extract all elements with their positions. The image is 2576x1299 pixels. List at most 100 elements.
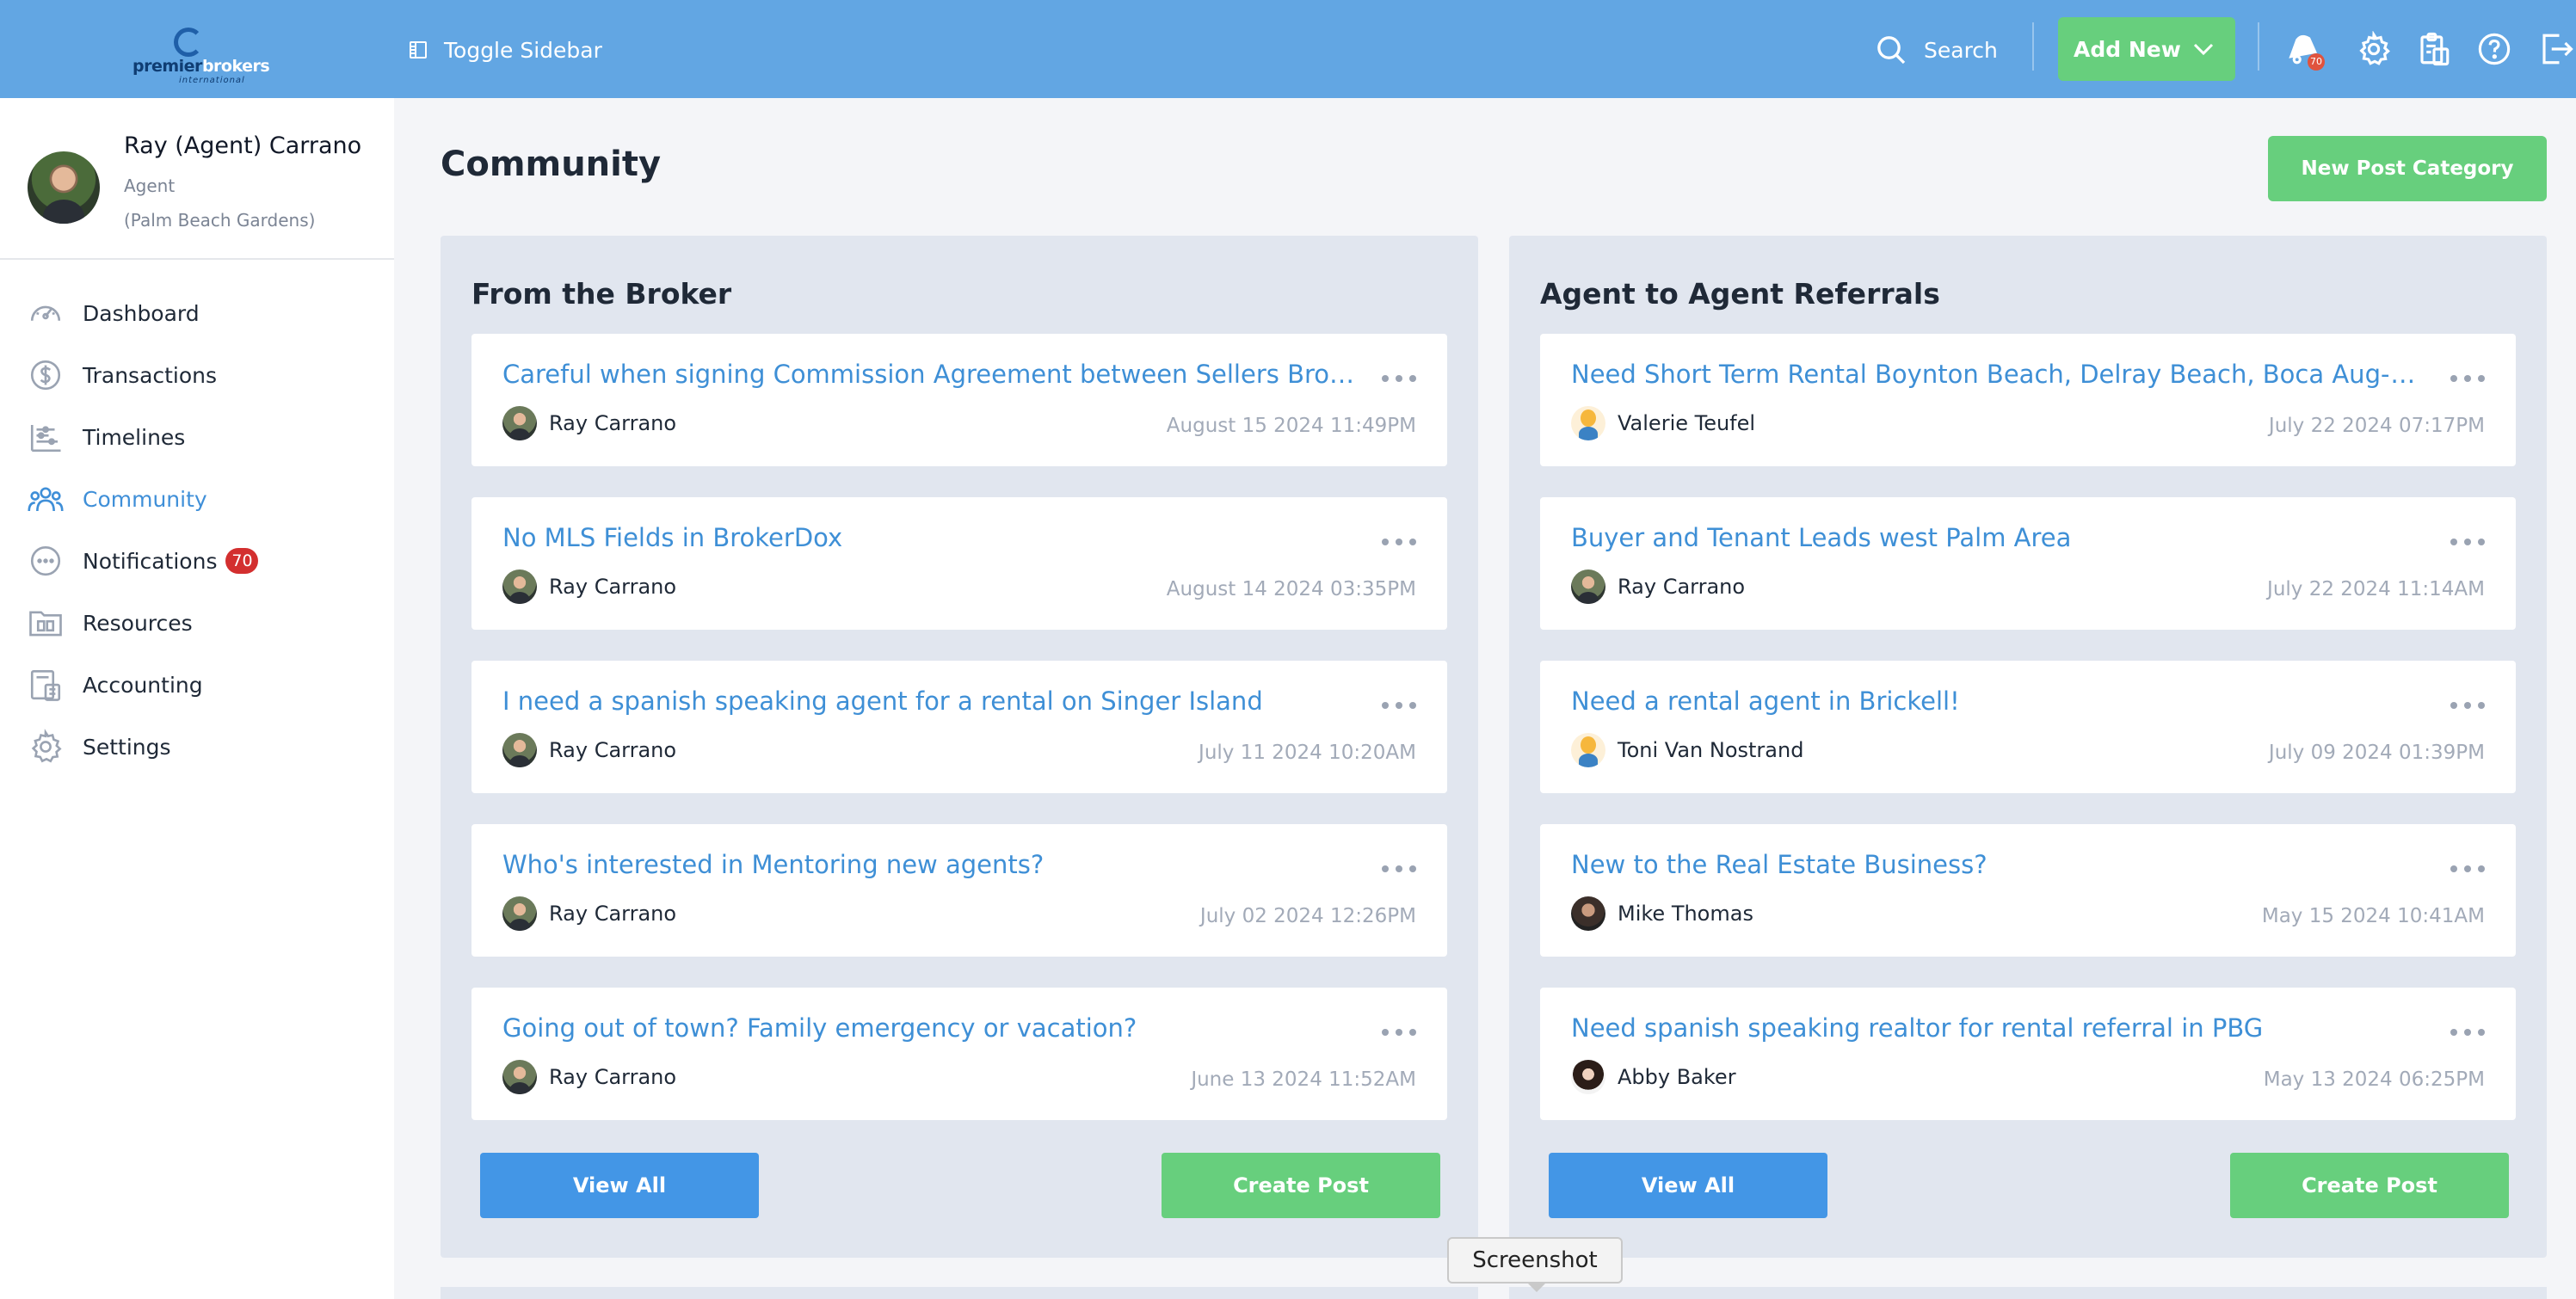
settings-button[interactable] (2356, 30, 2392, 67)
post-date: June 13 2024 11:52AM (1191, 1068, 1416, 1091)
sidebar-item-label: Accounting (83, 672, 203, 698)
new-post-category-button[interactable]: New Post Category (2268, 136, 2547, 201)
logout-button[interactable] (2538, 31, 2574, 67)
post-date: August 14 2024 03:35PM (1166, 578, 1416, 600)
more-options-icon[interactable] (2450, 865, 2485, 874)
more-options-icon[interactable] (2450, 702, 2485, 711)
post-date: July 09 2024 01:39PM (2268, 742, 2485, 764)
create-post-button[interactable]: Create Post (2230, 1153, 2509, 1218)
post-author: Mike Thomas (1571, 896, 1753, 931)
sidebar-item-label: Transactions (83, 362, 218, 388)
notification-count-badge: 70 (2308, 53, 2325, 71)
post-title-link[interactable]: I need a spanish speaking agent for a re… (502, 686, 1363, 716)
avatar (502, 569, 537, 604)
panel-title: From the Broker (471, 277, 732, 311)
sidebar-item-transactions[interactable]: Transactions (0, 344, 394, 406)
chat-icon (30, 545, 61, 576)
post-title-link[interactable]: Need Short Term Rental Boynton Beach, De… (1571, 360, 2431, 389)
post-title-link[interactable]: No MLS Fields in BrokerDox (502, 523, 1363, 552)
post-author: Ray Carrano (502, 569, 676, 604)
post-author: Valerie Teufel (1571, 406, 1755, 440)
sidebar-item-resources[interactable]: Resources (0, 592, 394, 654)
more-options-icon[interactable] (1382, 539, 1416, 547)
list-item[interactable]: New to the Real Estate Business? Mike Th… (1540, 824, 2516, 957)
post-author: Ray Carrano (1571, 569, 1745, 604)
sidebar-item-accounting[interactable]: Accounting (0, 654, 394, 716)
post-author: Ray Carrano (502, 896, 676, 931)
list-item[interactable]: Need a rental agent in Brickell! Toni Va… (1540, 661, 2516, 793)
post-title-link[interactable]: Need spanish speaking realtor for rental… (1571, 1013, 2431, 1043)
post-title-link[interactable]: New to the Real Estate Business? (1571, 850, 2431, 879)
post-date: July 22 2024 07:17PM (2268, 415, 2485, 437)
divider (2032, 22, 2034, 71)
toggle-sidebar-button[interactable]: Toggle Sidebar (408, 33, 602, 67)
search-label: Search (1924, 37, 1998, 63)
list-item[interactable]: Need Short Term Rental Boynton Beach, De… (1540, 334, 2516, 466)
toggle-sidebar-label: Toggle Sidebar (444, 37, 602, 63)
logo-subtitle: international (179, 76, 245, 85)
post-author: Toni Van Nostrand (1571, 733, 1803, 767)
panel-title: Agent to Agent Referrals (1540, 277, 1940, 311)
avatar (28, 151, 100, 224)
post-title-link[interactable]: Buyer and Tenant Leads west Palm Area (1571, 523, 2431, 552)
list-item[interactable]: Buyer and Tenant Leads west Palm Area Ra… (1540, 497, 2516, 630)
help-icon (2478, 33, 2511, 65)
speedometer-icon (30, 305, 61, 321)
author-name: Ray Carrano (549, 411, 677, 435)
profile-location: (Palm Beach Gardens) (124, 210, 316, 231)
list-item[interactable]: Need spanish speaking realtor for rental… (1540, 988, 2516, 1120)
people-icon (28, 487, 64, 512)
sidebar-item-community[interactable]: Community (0, 468, 394, 530)
notifications-bell-button[interactable]: 70 (2283, 31, 2325, 71)
list-item[interactable]: I need a spanish speaking agent for a re… (471, 661, 1447, 793)
list-item[interactable]: Going out of town? Family emergency or v… (471, 988, 1447, 1120)
more-options-icon[interactable] (2450, 1029, 2485, 1037)
view-all-button[interactable]: View All (1549, 1153, 1827, 1218)
panel-from-the-broker: From the Broker Careful when signing Com… (441, 236, 1478, 1258)
view-all-button[interactable]: View All (480, 1153, 759, 1218)
author-name: Ray Carrano (1618, 575, 1746, 599)
more-options-icon[interactable] (2450, 539, 2485, 547)
create-post-button[interactable]: Create Post (1162, 1153, 1440, 1218)
post-title-link[interactable]: Careful when signing Commission Agreemen… (502, 360, 1363, 389)
more-options-icon[interactable] (2450, 375, 2485, 384)
sidebar-item-dashboard[interactable]: Dashboard (0, 282, 394, 344)
tasks-button[interactable] (2416, 31, 2452, 67)
screenshot-tooltip: Screenshot (1447, 1237, 1623, 1292)
author-name: Valerie Teufel (1618, 411, 1756, 435)
search-button[interactable]: Search (1874, 31, 1998, 69)
user-profile[interactable]: Ray (Agent) Carrano Agent (Palm Beach Ga… (0, 98, 394, 260)
dollar-icon (30, 360, 61, 391)
brand-logo[interactable]: premierbrokers international (129, 24, 270, 85)
more-options-icon[interactable] (1382, 702, 1416, 711)
help-button[interactable] (2476, 31, 2512, 67)
more-options-icon[interactable] (1382, 865, 1416, 874)
logout-icon (2542, 34, 2573, 65)
list-item[interactable]: Who's interested in Mentoring new agents… (471, 824, 1447, 957)
page-title: Community (441, 145, 662, 184)
post-title-link[interactable]: Going out of town? Family emergency or v… (502, 1013, 1363, 1043)
list-item[interactable]: Careful when signing Commission Agreemen… (471, 334, 1447, 466)
post-title-link[interactable]: Who's interested in Mentoring new agents… (502, 850, 1363, 879)
sidebar-item-label: Community (83, 486, 207, 512)
sidebar-toggle-icon (410, 41, 427, 58)
post-author: Abby Baker (1571, 1060, 1736, 1094)
add-new-button[interactable]: Add New (2058, 17, 2235, 81)
post-date: May 13 2024 06:25PM (2263, 1068, 2485, 1091)
avatar (502, 733, 537, 767)
profile-name: Ray (Agent) Carrano (124, 132, 362, 159)
sidebar-item-settings[interactable]: Settings (0, 716, 394, 778)
clipboard-calculator-icon (2420, 32, 2450, 66)
avatar (502, 406, 537, 440)
sidebar-item-timelines[interactable]: Timelines (0, 406, 394, 468)
sidebar-item-label: Dashboard (83, 300, 200, 326)
more-options-icon[interactable] (1382, 1029, 1416, 1037)
author-name: Mike Thomas (1618, 902, 1753, 926)
top-bar: premierbrokers international Toggle Side… (0, 0, 2576, 98)
post-date: July 22 2024 11:14AM (2267, 578, 2485, 600)
list-item[interactable]: No MLS Fields in BrokerDox Ray Carrano A… (471, 497, 1447, 630)
sidebar-item-notifications[interactable]: Notifications 70 (0, 530, 394, 592)
post-title-link[interactable]: Need a rental agent in Brickell! (1571, 686, 2431, 716)
gear-icon (2359, 30, 2390, 65)
more-options-icon[interactable] (1382, 375, 1416, 384)
